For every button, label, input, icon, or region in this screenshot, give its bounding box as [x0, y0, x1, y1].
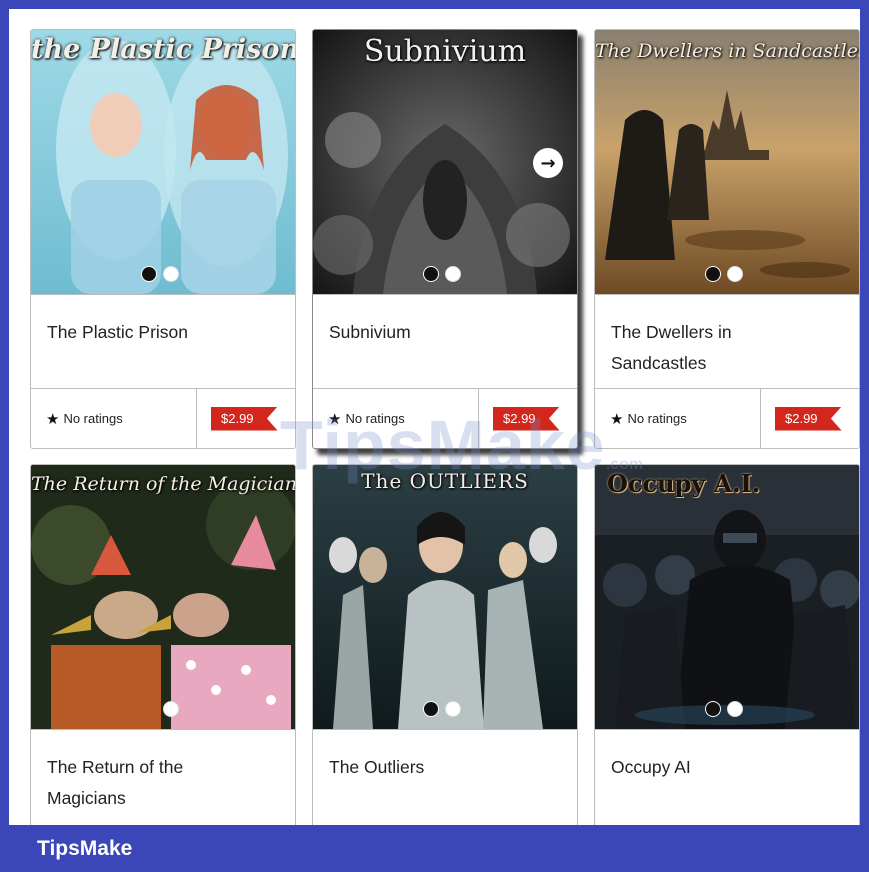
card-body: Occupy AI	[595, 729, 859, 823]
cover-illustration	[595, 465, 859, 729]
rating-text: No ratings	[63, 411, 123, 426]
carousel-dots	[705, 701, 743, 717]
rating-text: No ratings	[345, 411, 405, 426]
book-cover[interactable]: The OUTLIERS	[313, 465, 577, 729]
card-body: The Dwellers in Sandcastles	[595, 294, 859, 388]
price-tag[interactable]: $2.99	[493, 406, 560, 431]
star-icon: ★	[328, 410, 342, 428]
book-title-line1: The Return of the	[47, 757, 184, 777]
rating: ★ No ratings	[31, 389, 197, 448]
carousel-dots	[141, 266, 179, 282]
cover-title: Subnivium	[363, 34, 527, 69]
book-title[interactable]: The Plastic Prison	[47, 317, 279, 348]
book-grid: the Plastic Prison The Plastic Prison ★ …	[30, 29, 860, 825]
card-body: Subnivium	[313, 294, 577, 388]
book-title-line1: The Dwellers in	[611, 322, 732, 342]
carousel-dot[interactable]	[163, 701, 179, 717]
carousel-dot[interactable]	[445, 701, 461, 717]
brand-label: TipsMake	[37, 836, 133, 860]
carousel-dot[interactable]	[727, 266, 743, 282]
card-footer: ★ No ratings $2.99	[313, 388, 577, 448]
star-icon: ★	[46, 410, 60, 428]
carousel-dot[interactable]	[163, 266, 179, 282]
carousel-dot[interactable]	[445, 266, 461, 282]
cover-illustration	[31, 30, 295, 294]
price-tag[interactable]: $2.99	[775, 406, 842, 431]
carousel-dots	[423, 701, 461, 717]
cover-illustration	[595, 30, 859, 294]
rating: ★ No ratings	[595, 389, 761, 448]
price-tag[interactable]: $2.99	[211, 406, 278, 431]
price-area: $2.99	[197, 389, 295, 448]
cover-title: The Dwellers in Sandcastles	[595, 40, 859, 62]
book-title[interactable]: Subnivium	[329, 317, 561, 348]
carousel-dot-active[interactable]	[705, 701, 721, 717]
carousel-dot-active[interactable]	[423, 701, 439, 717]
brand-bar: TipsMake	[9, 825, 869, 872]
book-card-occupy-ai[interactable]: Occupy A.I. Occupy AI	[594, 464, 860, 825]
cover-title: The Return of the Magicians	[31, 473, 295, 495]
book-card-dwellers[interactable]: The Dwellers in Sandcastles The Dwellers…	[594, 29, 860, 449]
card-footer: ★ No ratings $2.99	[595, 388, 859, 448]
card-body: The Plastic Prison	[31, 294, 295, 388]
carousel-dots	[163, 701, 179, 717]
carousel-dots	[423, 266, 461, 282]
price-area: $2.99	[479, 389, 577, 448]
rating-text: No ratings	[627, 411, 687, 426]
carousel-dot-active[interactable]	[141, 266, 157, 282]
cover-illustration	[313, 465, 577, 729]
book-cover[interactable]: Occupy A.I.	[595, 465, 859, 729]
book-title-line2: Magicians	[47, 788, 126, 808]
rating: ★ No ratings	[313, 389, 479, 448]
cover-title: Occupy A.I.	[607, 469, 761, 498]
carousel-dots	[705, 266, 743, 282]
book-title[interactable]: Occupy AI	[611, 752, 843, 783]
carousel-dot[interactable]	[727, 701, 743, 717]
book-title[interactable]: The Outliers	[329, 752, 561, 783]
book-cover[interactable]: Subnivium →	[313, 30, 577, 294]
book-title[interactable]: The Return of the Magicians	[47, 752, 279, 814]
carousel-dot-active[interactable]	[705, 266, 721, 282]
arrow-right-icon[interactable]: →	[533, 148, 563, 178]
card-footer: ★ No ratings $2.99	[31, 388, 295, 448]
cover-title: the Plastic Prison	[31, 34, 295, 65]
cover-illustration	[31, 465, 295, 729]
book-card-plastic-prison[interactable]: the Plastic Prison The Plastic Prison ★ …	[30, 29, 296, 449]
book-card-subnivium[interactable]: Subnivium → Subnivium ★ No ratings $2.99	[312, 29, 578, 449]
book-cover[interactable]: The Return of the Magicians	[31, 465, 295, 729]
book-cover[interactable]: The Dwellers in Sandcastles	[595, 30, 859, 294]
book-cover[interactable]: the Plastic Prison	[31, 30, 295, 294]
carousel-dot-active[interactable]	[423, 266, 439, 282]
card-body: The Outliers	[313, 729, 577, 823]
cover-title: The OUTLIERS	[361, 469, 529, 493]
book-title[interactable]: The Dwellers in Sandcastles	[611, 317, 843, 379]
book-card-return-magicians[interactable]: The Return of the Magicians The Return o…	[30, 464, 296, 825]
price-area: $2.99	[761, 389, 859, 448]
card-body: The Return of the Magicians	[31, 729, 295, 823]
book-title-line2: Sandcastles	[611, 353, 707, 373]
book-card-outliers[interactable]: The OUTLIERS The Outliers	[312, 464, 578, 825]
star-icon: ★	[610, 410, 624, 428]
